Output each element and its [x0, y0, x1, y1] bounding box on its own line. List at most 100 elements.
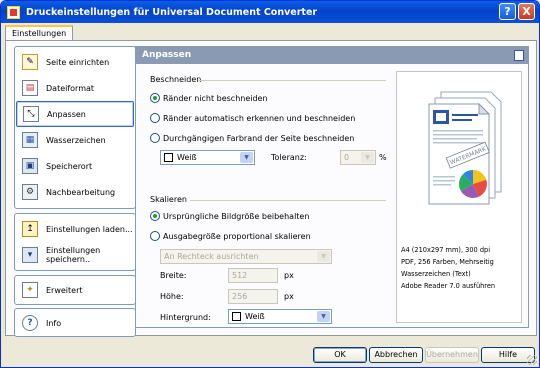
- post-processing-icon: ⚙: [22, 184, 38, 200]
- save-location-icon: ▣: [22, 158, 38, 174]
- chevron-down-icon[interactable]: ▼: [317, 311, 330, 322]
- settings-preview: WATERMARK A4 (210x297 mm), 300 dpi PDF, …: [396, 71, 522, 323]
- adjust-panel: Anpassen Beschneiden Ränder nicht beschn…: [135, 46, 529, 328]
- fit-mode-select[interactable]: An Rechteck ausrichten ▼: [160, 249, 332, 264]
- radio-label: Ausgabegröße proportional skalieren: [163, 231, 311, 241]
- tab-einstellungen[interactable]: Einstellungen: [5, 25, 74, 41]
- sidebar-item-label: Nachbearbeitung: [46, 187, 116, 197]
- sidebar-item-load-settings[interactable]: ↥ Einstellungen laden...: [16, 216, 134, 242]
- close-button[interactable]: X: [518, 3, 535, 20]
- load-settings-icon: ↥: [22, 221, 38, 237]
- radio-label: Ränder automatisch erkennen und beschnei…: [163, 113, 356, 123]
- sidebar-item-wasserzeichen[interactable]: ▦ Wasserzeichen: [16, 127, 134, 153]
- adjust-icon: ⤡: [23, 106, 39, 122]
- sidebar-item-seite-einrichten[interactable]: ✎ Seite einrichten: [16, 49, 134, 75]
- crop-option-auto[interactable]: Ränder automatisch erkennen und beschnei…: [150, 113, 355, 123]
- title-buttons: ? X: [499, 3, 535, 20]
- select-value: An Rechteck ausrichten: [164, 252, 259, 261]
- dialog-window: Druckeinstellungen für Universal Documen…: [0, 0, 540, 368]
- crop-group-title: Beschneiden: [150, 75, 202, 84]
- crop-option-color-border[interactable]: Durchgängigen Farbrand der Seite beschne…: [150, 133, 354, 143]
- cancel-button[interactable]: Abbrechen: [369, 347, 423, 363]
- sidebar-item-label: Dateiformat: [46, 83, 95, 93]
- sidebar-item-label: Wasserzeichen: [46, 135, 106, 145]
- preview-line: Wasserzeichen (Text): [401, 270, 471, 278]
- width-unit: px: [284, 271, 294, 280]
- panel-header: Anpassen: [136, 47, 528, 64]
- scale-group-title: Skalieren: [150, 195, 187, 204]
- scale-option-proportional[interactable]: Ausgabegröße proportional skalieren: [150, 231, 311, 241]
- height-input[interactable]: 256: [228, 289, 278, 304]
- select-value: Weiß: [177, 153, 197, 162]
- advanced-icon: ✦: [22, 282, 38, 298]
- chevron-down-icon[interactable]: ▼: [317, 251, 330, 262]
- printer-app-icon: [7, 5, 20, 19]
- sidebar-item-speicherort[interactable]: ▣ Speicherort: [16, 153, 134, 179]
- width-input[interactable]: 512: [228, 268, 278, 283]
- crop-option-none[interactable]: Ränder nicht beschneiden: [150, 93, 268, 103]
- sidebar-item-label: Erweitert: [46, 285, 83, 295]
- radio-label: Durchgängigen Farbrand der Seite beschne…: [163, 133, 355, 143]
- sidebar-item-info[interactable]: ? Info: [16, 310, 134, 336]
- preview-line: A4 (210x297 mm), 300 dpi: [401, 246, 491, 254]
- ok-button[interactable]: OK: [313, 347, 367, 363]
- crop-color-select[interactable]: Weiß ▼: [160, 150, 255, 165]
- chevron-down-icon[interactable]: ▼: [361, 152, 374, 163]
- page-setup-icon: ✎: [22, 54, 38, 70]
- crop-group-divider: [198, 80, 386, 81]
- sidebar-item-label: Einstellungen laden...: [46, 224, 133, 234]
- file-format-icon: ▤: [22, 80, 38, 96]
- radio-button[interactable]: [150, 211, 160, 221]
- color-swatch: [232, 312, 241, 321]
- preview-line: PDF, 256 Farben, Mehrseitig: [401, 258, 494, 266]
- sidebar-item-dateiformat[interactable]: ▤ Dateiformat: [16, 75, 134, 101]
- sidebar-settings-group: ↥ Einstellungen laden... ▾ Einstellungen…: [14, 213, 136, 271]
- sidebar-item-erweitert[interactable]: ✦ Erweitert: [16, 277, 134, 303]
- pie-chart-graphic: [459, 170, 487, 198]
- height-unit: px: [284, 292, 294, 301]
- scale-group-divider: [190, 200, 386, 201]
- sidebar-item-nachbearbeitung[interactable]: ⚙ Nachbearbeitung: [16, 179, 134, 205]
- watermark-icon: ▦: [22, 132, 38, 148]
- sidebar-item-label: Anpassen: [47, 109, 86, 119]
- help-title-button[interactable]: ?: [499, 3, 516, 20]
- select-value: Weiß: [245, 312, 265, 321]
- tolerance-select[interactable]: 0 ▼: [340, 150, 376, 165]
- radio-label: Ursprüngliche Bildgröße beibehalten: [163, 211, 310, 221]
- document-icon: [514, 50, 524, 61]
- window-title: Druckeinstellungen für Universal Documen…: [26, 6, 318, 18]
- tolerance-unit: %: [379, 153, 387, 162]
- background-label: Hintergrund:: [160, 313, 211, 322]
- apply-button[interactable]: Übernehmen: [425, 347, 479, 363]
- sidebar-item-label: Seite einrichten: [46, 57, 110, 67]
- chevron-down-icon[interactable]: ▼: [240, 152, 253, 163]
- sidebar-item-save-settings[interactable]: ▾ Einstellungen speichern..: [16, 242, 134, 268]
- select-value: 0: [344, 153, 350, 162]
- sidebar-info-group: ? Info: [14, 308, 136, 337]
- background-color-select[interactable]: Weiß ▼: [228, 309, 332, 324]
- radio-button[interactable]: [150, 231, 160, 241]
- height-label: Höhe:: [160, 292, 184, 301]
- sidebar-item-label: Info: [46, 318, 62, 328]
- panel-title: Anpassen: [142, 50, 192, 60]
- radio-button[interactable]: [150, 133, 160, 143]
- width-label: Breite:: [160, 271, 187, 280]
- color-swatch: [164, 153, 173, 162]
- resize-grip[interactable]: [527, 355, 537, 365]
- sidebar-item-label: Einstellungen speichern..: [46, 246, 101, 264]
- radio-button[interactable]: [150, 113, 160, 123]
- sidebar-advanced-group: ✦ Erweitert: [14, 275, 136, 305]
- title-bar: Druckeinstellungen für Universal Documen…: [1, 1, 539, 23]
- sidebar-main-group: ✎ Seite einrichten ▤ Dateiformat ⤡ Anpas…: [14, 46, 136, 209]
- preview-line: Adobe Reader 7.0 ausführen: [401, 282, 496, 290]
- radio-label: Ränder nicht beschneiden: [163, 93, 268, 103]
- tolerance-label: Toleranz:: [271, 153, 307, 162]
- document-preview-image: WATERMARK: [428, 91, 502, 205]
- info-icon: ?: [22, 315, 38, 331]
- sidebar-item-anpassen[interactable]: ⤡ Anpassen: [16, 101, 134, 127]
- sidebar-item-label: Speicherort: [46, 161, 93, 171]
- save-settings-icon: ▾: [22, 247, 38, 263]
- scale-option-original[interactable]: Ursprüngliche Bildgröße beibehalten: [150, 211, 309, 221]
- radio-button[interactable]: [150, 93, 160, 103]
- preview-summary: A4 (210x297 mm), 300 dpi PDF, 256 Farben…: [401, 244, 495, 292]
